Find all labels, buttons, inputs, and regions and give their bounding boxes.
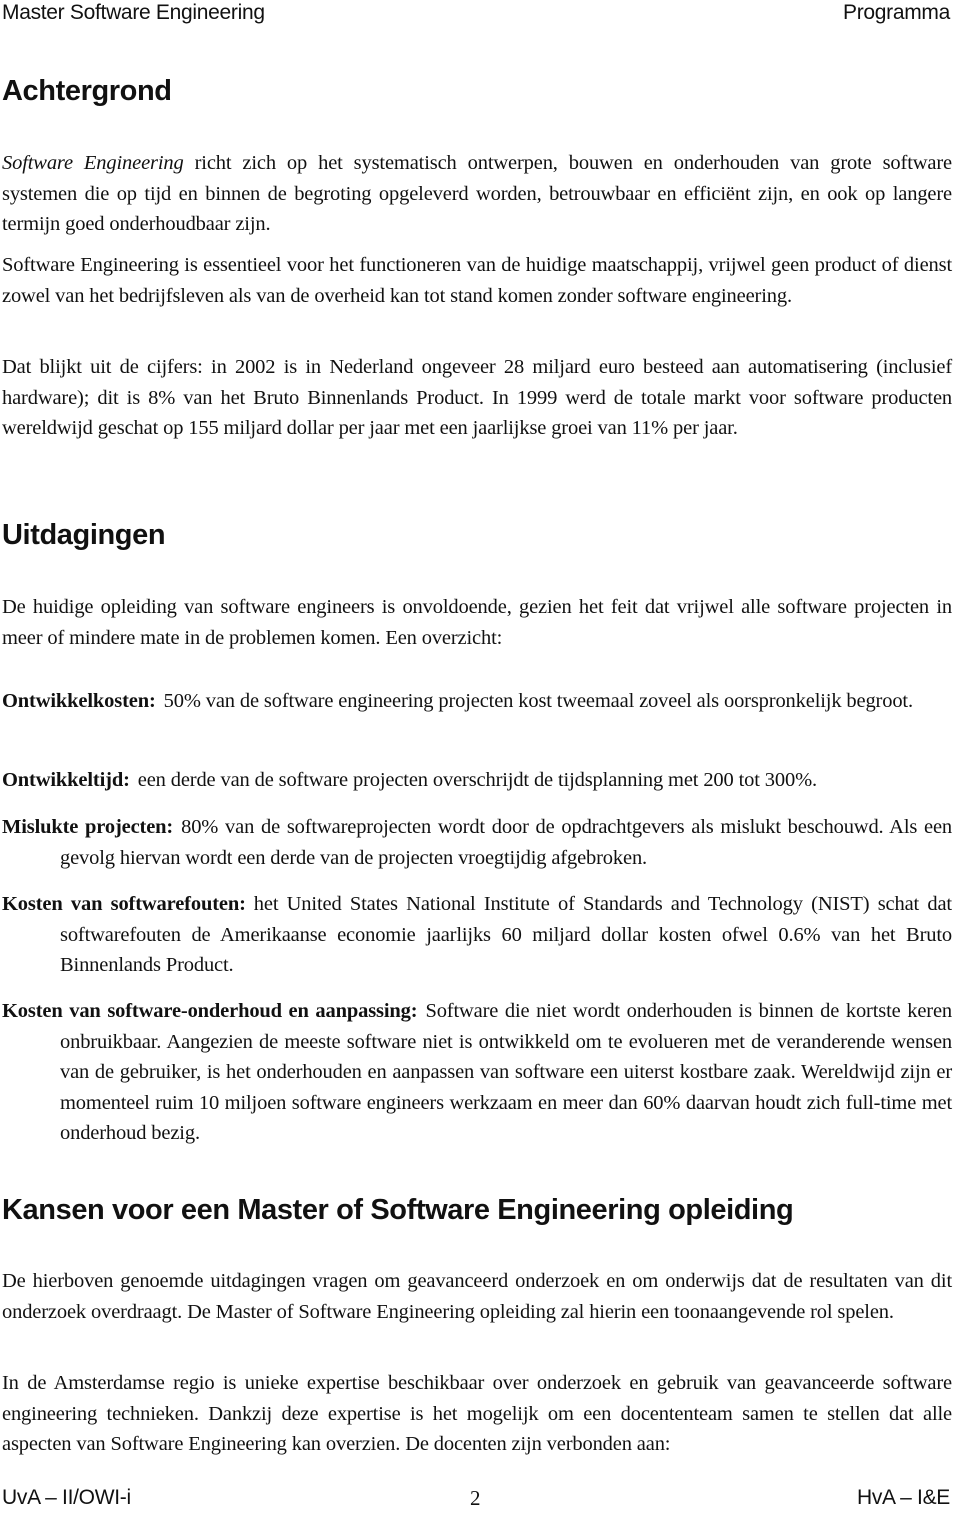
challenge-term: Kosten van softwarefouten: <box>2 893 246 915</box>
footer-left: UvA – II/OWI-i <box>2 1486 131 1509</box>
challenge-term: Ontwikkeltijd: <box>2 769 130 791</box>
challenge-text: 50% van de software engineering projecte… <box>163 690 913 712</box>
challenge-item: Mislukte projecten: 80% van de softwarepr… <box>2 812 952 873</box>
emphasis-software-engineering: Software Engineering <box>2 152 184 174</box>
challenge-term: Kosten van software-onderhoud en aanpass… <box>2 1000 418 1022</box>
paragraph-achtergrond-2: Software Engineering is essentieel voor … <box>2 254 952 307</box>
challenge-item: Kosten van softwarefouten: het United Sta… <box>2 889 952 981</box>
section-heading-uitdagingen: Uitdagingen <box>2 519 166 551</box>
page-number: 2 <box>470 1486 481 1510</box>
challenge-term: Ontwikkelkosten: <box>2 690 156 712</box>
paragraph-uitdagingen-intro: De huidige opleiding van software engine… <box>2 596 952 649</box>
challenge-text: 80% van de softwareprojecten wordt door … <box>60 816 953 869</box>
footer-right: HvA – I&E <box>856 1486 950 1509</box>
paragraph-achtergrond-3: Dat blijkt uit de cijfers: in 2002 is in… <box>2 356 952 439</box>
challenge-item: Kosten van software-onderhoud en aanpass… <box>2 996 952 1149</box>
challenge-item: Ontwikkelkosten: 50% van de software engi… <box>2 686 952 717</box>
challenge-term: Mislukte projecten: <box>2 816 174 838</box>
paragraph-kansen-2: In de Amsterdamse regio is unieke expert… <box>2 1372 952 1455</box>
section-heading-achtergrond: Achtergrond <box>2 75 172 107</box>
challenge-item: Ontwikkeltijd: een derde van de software … <box>2 765 952 796</box>
running-header-section: Programma <box>843 1 950 24</box>
paragraph-kansen-1: De hierboven genoemde uitdagingen vragen… <box>2 1270 952 1323</box>
running-header-title: Master Software Engineering <box>2 1 265 24</box>
challenge-text: een derde van de software projecten over… <box>137 769 817 791</box>
section-heading-kansen: Kansen voor een Master of Software Engin… <box>2 1194 794 1226</box>
paragraph-achtergrond-1: Software Engineering richt zich op het s… <box>2 148 952 240</box>
